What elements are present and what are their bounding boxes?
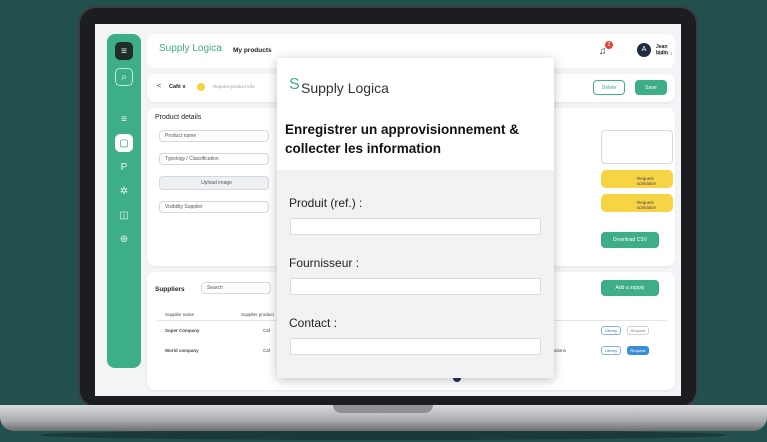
suppliers-title: Suppliers bbox=[155, 286, 185, 293]
activation-label-1: Request activation bbox=[637, 176, 657, 186]
table-cell: Caf bbox=[263, 348, 271, 353]
library-tag[interactable]: Library bbox=[601, 326, 621, 335]
product-details-title: Product details bbox=[155, 114, 202, 121]
save-button[interactable]: Save bbox=[635, 80, 667, 95]
activation-row-2: Request activation bbox=[601, 194, 673, 212]
request-tag[interactable]: Request bbox=[627, 346, 649, 355]
dialog-brand: Supply Logica bbox=[301, 80, 389, 96]
contact-input[interactable] bbox=[290, 338, 541, 355]
column-supplier-product: Supplier product bbox=[241, 312, 274, 317]
activation-label-2: Request activation bbox=[637, 200, 657, 210]
avatar[interactable]: A bbox=[637, 43, 651, 57]
column-supplier-name: Supplier name bbox=[165, 312, 195, 317]
breadcrumb-secondary: Request product info bbox=[213, 84, 255, 89]
supplier-icon[interactable]: P bbox=[115, 158, 133, 176]
app-screen: ≡ ⌕ ≡ ▢ P ✲ ◫ ⊕ Supply Logica My product… bbox=[95, 24, 681, 396]
search-icon[interactable]: ⌕ bbox=[115, 68, 133, 86]
list-icon[interactable]: ≡ bbox=[115, 110, 133, 128]
activation-row-1: Request activation bbox=[601, 170, 673, 188]
brand-logo: Supply Logica bbox=[159, 43, 222, 54]
back-button[interactable]: < bbox=[157, 83, 161, 90]
sidebar: ≡ ⌕ ≡ ▢ P ✲ ◫ ⊕ bbox=[107, 34, 141, 368]
download-csv-button[interactable]: Download CSV bbox=[601, 232, 659, 248]
supply-dialog: S Supply Logica Enregistrer un approvisi… bbox=[277, 58, 554, 378]
breadcrumb-item[interactable]: Café x bbox=[169, 84, 186, 90]
description-textarea[interactable] bbox=[601, 130, 673, 164]
supplier-input[interactable] bbox=[290, 278, 541, 295]
upload-image-button[interactable]: Upload image bbox=[159, 176, 269, 190]
settings-icon[interactable]: ✲ bbox=[115, 182, 133, 200]
laptop-notch bbox=[333, 405, 433, 413]
dialog-logo-icon: S bbox=[289, 76, 300, 93]
dialog-title: Enregistrer un approvisionnement & colle… bbox=[285, 122, 520, 156]
supplier-label: Fournisseur : bbox=[289, 256, 360, 270]
check-icon bbox=[197, 83, 205, 91]
chat-icon[interactable]: ◫ bbox=[115, 206, 133, 224]
supplier-search-input[interactable]: Search bbox=[201, 282, 271, 294]
table-row[interactable]: World company bbox=[165, 348, 199, 353]
library-tag[interactable]: Library bbox=[601, 346, 621, 355]
product-icon[interactable]: ▢ bbox=[115, 134, 133, 152]
typology-select[interactable]: Typology / Classification bbox=[159, 153, 269, 165]
table-row[interactable]: Super Company bbox=[165, 328, 200, 333]
notification-badge: 2 bbox=[605, 41, 613, 49]
product-ref-label: Produit (ref.) : bbox=[289, 196, 363, 210]
delete-button[interactable]: Delete bbox=[593, 80, 625, 95]
page-title: My products bbox=[233, 47, 272, 54]
product-name-field[interactable]: Product name bbox=[159, 130, 269, 142]
visibility-select[interactable]: Visibility Supplier bbox=[159, 201, 269, 213]
request-tag[interactable]: Request bbox=[627, 326, 649, 335]
user-company: SATRE 1 bbox=[656, 51, 673, 56]
dialog-form: Produit (ref.) : Fournisseur : Contact : bbox=[277, 170, 554, 378]
contact-label: Contact : bbox=[289, 316, 338, 330]
dialog-header: S Supply Logica Enregistrer un approvisi… bbox=[277, 58, 554, 170]
globe-icon[interactable]: ⊕ bbox=[115, 230, 133, 248]
product-ref-input[interactable] bbox=[290, 218, 541, 235]
add-supply-button[interactable]: Add a supply bbox=[601, 280, 659, 296]
laptop-shadow bbox=[40, 430, 727, 440]
table-cell: Caf bbox=[263, 328, 271, 333]
menu-icon[interactable]: ≡ bbox=[115, 42, 133, 60]
